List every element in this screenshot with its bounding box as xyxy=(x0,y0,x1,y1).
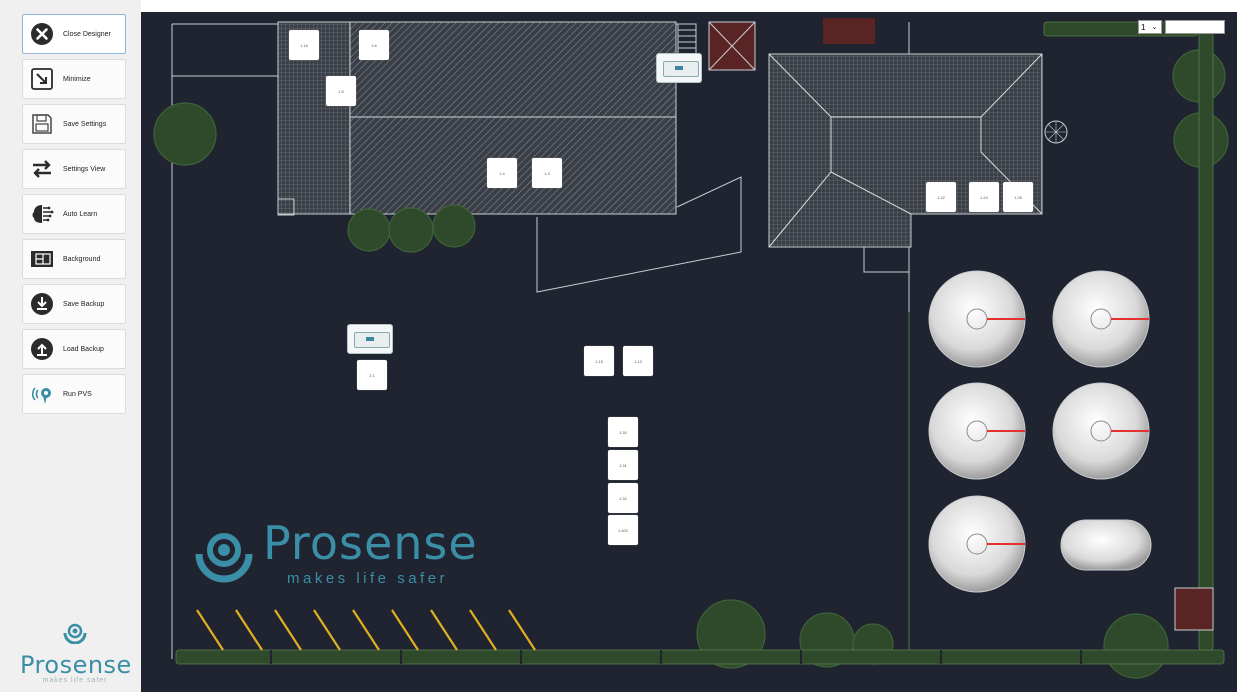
brick-block-top xyxy=(823,18,875,44)
sidebar-logo: Prosense makes life safer xyxy=(20,620,132,692)
tank-3 xyxy=(928,382,1026,480)
sidebar: Close Designer Minimize Save Settings Se… xyxy=(0,0,141,692)
level-select-value: 1 xyxy=(1141,22,1146,32)
chevron-down-icon: ⌄ xyxy=(1151,24,1158,31)
hip-roof-building xyxy=(768,53,1068,248)
level-select[interactable]: 1 ⌄ xyxy=(1138,20,1162,34)
auto-learn-button[interactable]: Auto Learn xyxy=(22,194,126,234)
close-designer-button[interactable]: Close Designer xyxy=(22,14,126,54)
load-backup-label: Load Backup xyxy=(63,345,104,353)
floor-plan-drawing xyxy=(153,18,1229,679)
sidebar-logo-word: Prosense xyxy=(20,651,132,679)
brick-block-bottom xyxy=(1174,587,1214,631)
sensor-1-22[interactable]: 1.22 xyxy=(926,182,956,212)
save-backup-button[interactable]: Save Backup xyxy=(22,284,126,324)
tanks xyxy=(928,270,1152,593)
load-backup-button[interactable]: Load Backup xyxy=(22,329,126,369)
parking-lines xyxy=(196,609,536,651)
sensor-1-6[interactable]: 1.6 xyxy=(359,30,389,60)
sensor-1-31[interactable]: 1.31 xyxy=(608,450,638,480)
sensor-1-32[interactable]: 1.32 xyxy=(608,483,638,513)
sensor-1-3[interactable]: 1.3 xyxy=(532,158,562,188)
save-settings-label: Save Settings xyxy=(63,120,107,128)
sensor-1-12[interactable]: 1.12 xyxy=(623,346,653,376)
main-building xyxy=(277,21,677,216)
run-pvs-button[interactable]: Run PVS xyxy=(22,374,126,414)
brain-icon xyxy=(29,201,55,227)
save-settings-icon xyxy=(29,111,55,137)
upload-icon xyxy=(29,336,55,362)
swap-icon xyxy=(29,156,55,182)
background-label: Background xyxy=(63,255,101,263)
close-designer-label: Close Designer xyxy=(63,30,111,38)
sensor-1-16[interactable]: 1.16 xyxy=(289,30,319,60)
tank-6 xyxy=(1060,519,1152,571)
sensor-1-25[interactable]: 1.25 xyxy=(1003,182,1033,212)
prosense-logo-icon xyxy=(195,533,253,583)
watermark-word: Prosense xyxy=(263,516,478,570)
save-settings-button[interactable]: Save Settings xyxy=(22,104,126,144)
sensor-1-24[interactable]: 1.24 xyxy=(969,182,999,212)
sensor-1-402[interactable]: 1.402 xyxy=(608,515,638,545)
sensor-1-15[interactable]: 1.15 xyxy=(584,346,614,376)
sensor-1-4[interactable]: 1.4 xyxy=(487,158,517,188)
tank-1 xyxy=(928,270,1026,368)
tank-5 xyxy=(928,495,1026,593)
name-input[interactable] xyxy=(1165,20,1225,34)
save-backup-label: Save Backup xyxy=(63,300,105,308)
minimize-button[interactable]: Minimize xyxy=(22,59,126,99)
pvs-icon xyxy=(29,381,55,407)
settings-view-label: Settings View xyxy=(63,165,106,173)
auto-learn-label: Auto Learn xyxy=(63,210,98,218)
tank-4 xyxy=(1052,382,1150,480)
minimize-icon xyxy=(29,66,55,92)
floor-plan-canvas[interactable]: 1.16 1.6 1.5 1.4 1.3 1.22 1.24 1.25 2.1 … xyxy=(141,12,1237,692)
watermark-tagline: makes life safer xyxy=(287,570,449,587)
background-button[interactable]: Background xyxy=(22,239,126,279)
background-icon xyxy=(29,246,55,272)
tank-2 xyxy=(1052,270,1150,368)
pvs-device[interactable] xyxy=(347,324,393,354)
sensor-2-1[interactable]: 2.1 xyxy=(357,360,387,390)
sensor-1-5[interactable]: 1.5 xyxy=(326,76,356,106)
pvs-led xyxy=(675,66,683,70)
sensor-1-30[interactable]: 1.30 xyxy=(608,417,638,447)
pvs-device[interactable] xyxy=(656,53,702,83)
close-icon xyxy=(29,21,55,47)
chimney-box xyxy=(708,21,756,71)
pvs-led xyxy=(366,337,374,341)
download-icon xyxy=(29,291,55,317)
minimize-label: Minimize xyxy=(63,75,91,83)
run-pvs-label: Run PVS xyxy=(63,390,92,398)
prosense-logo-icon xyxy=(63,623,87,645)
settings-view-button[interactable]: Settings View xyxy=(22,149,126,189)
